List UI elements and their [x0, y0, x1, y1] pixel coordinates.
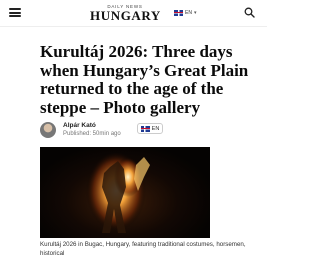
logo-main-text: HUNGARY [90, 8, 161, 23]
language-selector[interactable]: EN ▾ [174, 7, 196, 18]
top-navigation-bar: DAILY NEWS HUNGARY EN ▾ [0, 0, 267, 27]
language-label: EN [185, 9, 192, 16]
hamburger-menu-icon[interactable] [9, 8, 21, 17]
uk-flag-icon [174, 9, 183, 16]
published-time: Published: 50min ago [63, 131, 121, 137]
article-title: Kurultáj 2026: Three days when Hungary’s… [40, 42, 249, 117]
author-info: Alpár Kató Published: 50min ago EN [40, 121, 250, 139]
uk-flag-icon [140, 125, 150, 132]
site-logo[interactable]: DAILY NEWS HUNGARY [90, 4, 160, 22]
fire-dancer-photo [86, 151, 150, 233]
article-language-button[interactable]: EN [137, 123, 163, 134]
chevron-down-icon: ▾ [193, 9, 197, 16]
image-caption: Kurultáj 2026 in Bugac, Hungary, featuri… [40, 241, 246, 257]
search-icon[interactable] [244, 7, 255, 18]
hero-image[interactable] [40, 147, 210, 238]
avatar[interactable] [40, 122, 56, 138]
author-name[interactable]: Alpár Kató [63, 122, 96, 129]
article-language-label: EN [151, 125, 160, 132]
